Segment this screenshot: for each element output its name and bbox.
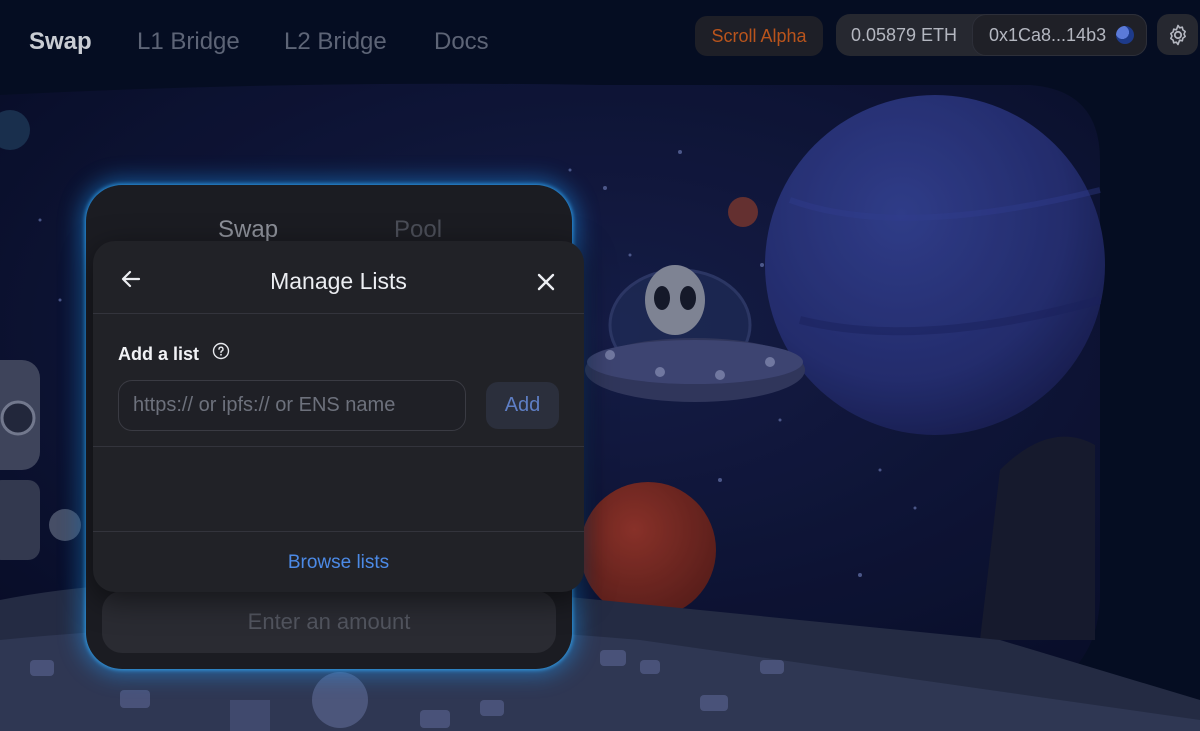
add-list-button[interactable]: Add: [486, 382, 559, 429]
list-url-input[interactable]: [118, 380, 466, 431]
close-button[interactable]: [532, 268, 560, 296]
gear-icon: [1169, 24, 1186, 45]
enter-amount-button[interactable]: Enter an amount: [102, 591, 556, 653]
settings-button[interactable]: [1157, 14, 1198, 55]
tab-pool[interactable]: Pool: [394, 216, 442, 244]
tab-swap[interactable]: Swap: [218, 216, 278, 244]
wallet-address: 0x1Ca8...14b3: [989, 24, 1107, 45]
nav-link-docs[interactable]: Docs: [434, 28, 489, 56]
close-icon: [537, 273, 555, 291]
add-list-section: Add a list Add: [93, 314, 584, 447]
wallet-address-button[interactable]: 0x1Ca8...14b3: [972, 14, 1147, 56]
top-navigation: Swap L1 Bridge L2 Bridge Docs Scroll Alp…: [0, 0, 1200, 80]
eth-balance: 0.05879 ETH: [850, 24, 958, 45]
wallet-avatar-icon: [1116, 26, 1135, 44]
question-circle-icon[interactable]: [212, 342, 230, 360]
modal-title: Manage Lists: [270, 268, 407, 294]
nav-link-swap[interactable]: Swap: [29, 28, 92, 56]
nav-link-l1-bridge[interactable]: L1 Bridge: [137, 28, 240, 56]
nav-link-l2-bridge[interactable]: L2 Bridge: [284, 28, 387, 56]
modal-header: Manage Lists: [93, 241, 584, 314]
account-widget: 0.05879 ETH 0x1Ca8...14b3: [836, 14, 1147, 56]
manage-lists-modal: Manage Lists Add a list Add Browse lists: [93, 241, 584, 592]
modal-footer: Browse lists: [93, 531, 584, 592]
browse-lists-link[interactable]: Browse lists: [93, 552, 584, 574]
add-list-label: Add a list: [118, 344, 200, 364]
network-badge[interactable]: Scroll Alpha: [695, 16, 823, 56]
